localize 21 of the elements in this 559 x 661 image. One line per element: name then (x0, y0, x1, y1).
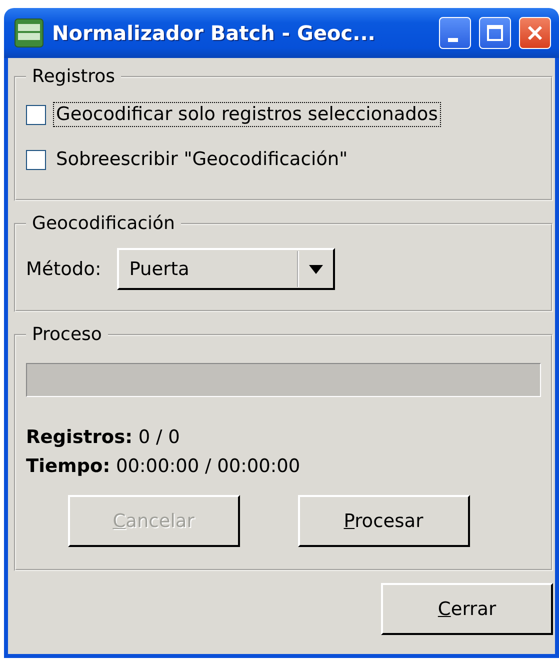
maximize-icon (486, 24, 504, 42)
process-button[interactable]: Procesar (298, 495, 470, 547)
close-icon (526, 24, 544, 42)
minimize-button[interactable] (439, 17, 471, 49)
checkbox[interactable] (26, 104, 46, 124)
group-label: Geocodificación (31, 213, 176, 234)
checkbox[interactable] (26, 150, 46, 170)
field-label: Método: (26, 258, 102, 280)
maximize-button[interactable] (479, 17, 511, 49)
close-button[interactable] (519, 17, 551, 49)
group-label: Proceso (31, 324, 103, 345)
close-dialog-button[interactable]: Cerrar (381, 583, 553, 635)
group-label: Registros (31, 66, 116, 87)
window-title: Normalizador Batch - Geoc... (52, 21, 376, 45)
method-dropdown[interactable]: Puerta (117, 248, 336, 290)
status-text: Registros: 0 / 0 (26, 427, 181, 448)
minimize-icon (448, 38, 458, 42)
app-icon (14, 18, 44, 48)
checkbox-label: Geocodificar solo registros seleccionados (54, 103, 440, 126)
status-text: Tiempo: 00:00:00 / 00:00:00 (26, 456, 302, 477)
checkbox-label: Sobreescribir "Geocodificación" (55, 148, 349, 171)
